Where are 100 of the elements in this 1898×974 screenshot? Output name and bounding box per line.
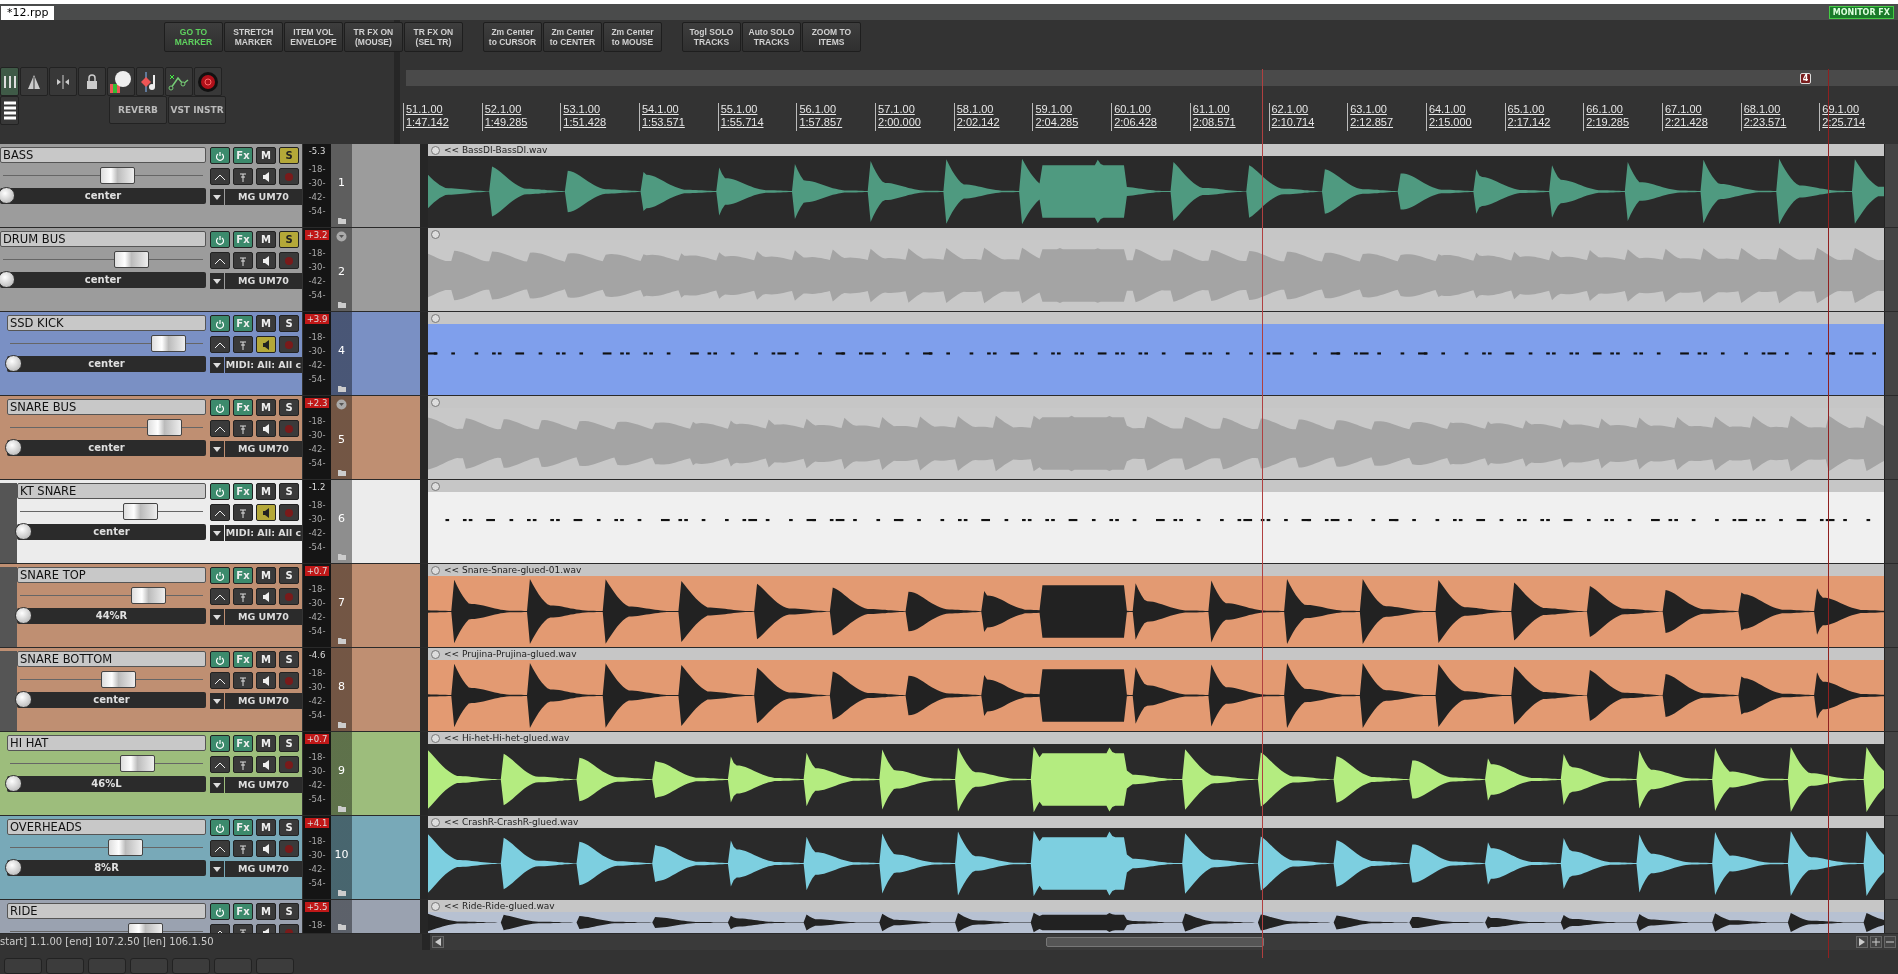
pan-slider[interactable]: center: [7, 440, 206, 456]
vertical-scrollbar[interactable]: [1884, 732, 1898, 815]
solo-button[interactable]: S: [279, 231, 299, 248]
power-button[interactable]: [210, 483, 230, 500]
envelope-points-button[interactable]: [165, 67, 193, 96]
dropdown-button[interactable]: [210, 861, 224, 877]
power-button[interactable]: [210, 315, 230, 332]
track-name[interactable]: BASS: [0, 147, 206, 163]
power-button[interactable]: [210, 819, 230, 836]
solo-button[interactable]: S: [279, 315, 299, 332]
piano-keys-button[interactable]: [0, 96, 19, 125]
zoom-out-button[interactable]: [1884, 936, 1896, 948]
pan-slider[interactable]: center: [7, 356, 206, 372]
power-button[interactable]: [210, 651, 230, 668]
envelope-button[interactable]: [210, 252, 230, 269]
fx-button[interactable]: Fx: [233, 651, 253, 668]
routing-button[interactable]: [233, 168, 253, 185]
mute-button[interactable]: M: [256, 735, 276, 752]
pan-slider[interactable]: 44%R: [17, 608, 206, 624]
fader-track[interactable]: [3, 251, 203, 268]
fx-button[interactable]: Fx: [233, 819, 253, 836]
vertical-scrollbar[interactable]: [1884, 816, 1898, 899]
vertical-scrollbar[interactable]: [1884, 228, 1898, 311]
monitor-button[interactable]: [256, 336, 276, 353]
media-item[interactable]: [428, 660, 1884, 731]
input-field[interactable]: MG UM70: [225, 861, 302, 877]
power-button[interactable]: [210, 231, 230, 248]
mute-button[interactable]: M: [256, 231, 276, 248]
monitor-button[interactable]: [256, 168, 276, 185]
track-name[interactable]: OVERHEADS: [7, 819, 206, 835]
fx-button[interactable]: Fx: [233, 483, 253, 500]
solo-button[interactable]: S: [279, 399, 299, 416]
mute-button[interactable]: M: [256, 483, 276, 500]
input-field[interactable]: MG UM70: [225, 189, 302, 205]
toolbar-button[interactable]: GO TO MARKER: [163, 22, 223, 52]
routing-button[interactable]: [233, 840, 253, 857]
toolbar-button[interactable]: TR FX ON (MOUSE): [343, 22, 403, 52]
ripple-button[interactable]: [20, 67, 48, 96]
routing-button[interactable]: [233, 420, 253, 437]
fx-button[interactable]: Fx: [233, 315, 253, 332]
input-field[interactable]: MIDI: All: All c: [225, 525, 302, 541]
monitor-button[interactable]: [256, 588, 276, 605]
track-name[interactable]: SSD KICK: [7, 315, 206, 331]
input-field[interactable]: MG UM70: [225, 273, 302, 289]
volume-fader[interactable]: [99, 167, 135, 184]
fader-track[interactable]: [3, 167, 203, 184]
power-button[interactable]: [210, 399, 230, 416]
vertical-scrollbar[interactable]: [1884, 564, 1898, 647]
track-name[interactable]: RIDE: [7, 903, 206, 919]
vertical-scrollbar[interactable]: [1884, 900, 1898, 933]
power-button[interactable]: [210, 903, 230, 920]
pan-slider[interactable]: center: [17, 524, 206, 540]
dropdown-button[interactable]: [210, 777, 224, 793]
fader-track[interactable]: [20, 671, 203, 688]
volume-fader[interactable]: [113, 251, 149, 268]
input-field[interactable]: MG UM70: [225, 609, 302, 625]
fader-track[interactable]: [20, 503, 203, 520]
media-item[interactable]: [428, 744, 1884, 815]
envelope-button[interactable]: [210, 336, 230, 353]
color-palette-button[interactable]: [107, 67, 135, 96]
monitor-button[interactable]: [256, 252, 276, 269]
mute-button[interactable]: M: [256, 903, 276, 920]
fader-track[interactable]: [10, 923, 203, 933]
fx-button[interactable]: Fx: [233, 231, 253, 248]
scrollbar-thumb[interactable]: [1046, 937, 1264, 947]
lock-button[interactable]: [78, 67, 106, 96]
pan-slider[interactable]: center: [0, 188, 206, 204]
input-field[interactable]: MIDI: All: All c: [225, 357, 302, 373]
input-field[interactable]: MG UM70: [225, 441, 302, 457]
fx-button[interactable]: Fx: [233, 147, 253, 164]
dropdown-button[interactable]: [210, 357, 224, 373]
volume-fader[interactable]: [123, 503, 159, 520]
input-field[interactable]: MG UM70: [225, 693, 302, 709]
grid-button[interactable]: [0, 67, 19, 96]
routing-button[interactable]: [233, 336, 253, 353]
solo-button[interactable]: S: [279, 567, 299, 584]
solo-button[interactable]: S: [279, 735, 299, 752]
envelope-button[interactable]: [210, 420, 230, 437]
dropdown-button[interactable]: [210, 525, 224, 541]
mute-button[interactable]: M: [256, 399, 276, 416]
routing-button[interactable]: [233, 756, 253, 773]
track-name[interactable]: KT SNARE: [17, 483, 206, 499]
record-button[interactable]: [194, 67, 222, 96]
solo-button[interactable]: S: [279, 651, 299, 668]
fx-chain-button[interactable]: REVERB: [109, 96, 167, 124]
vertical-scrollbar[interactable]: [1884, 144, 1898, 227]
toolbar-button[interactable]: ZOOM TO ITEMS: [801, 22, 861, 52]
routing-button[interactable]: [233, 588, 253, 605]
track-name[interactable]: HI HAT: [7, 735, 206, 751]
dropdown-button[interactable]: [210, 609, 224, 625]
fader-track[interactable]: [10, 419, 203, 436]
mute-button[interactable]: M: [256, 147, 276, 164]
solo-button[interactable]: S: [279, 903, 299, 920]
zoom-in-button[interactable]: [1870, 936, 1882, 948]
pan-slider[interactable]: 8%R: [7, 860, 206, 876]
solo-button[interactable]: S: [279, 147, 299, 164]
envelope-button[interactable]: [210, 672, 230, 689]
envelope-button[interactable]: [210, 756, 230, 773]
track-name[interactable]: SNARE TOP: [17, 567, 206, 583]
pan-slider[interactable]: center: [0, 272, 206, 288]
